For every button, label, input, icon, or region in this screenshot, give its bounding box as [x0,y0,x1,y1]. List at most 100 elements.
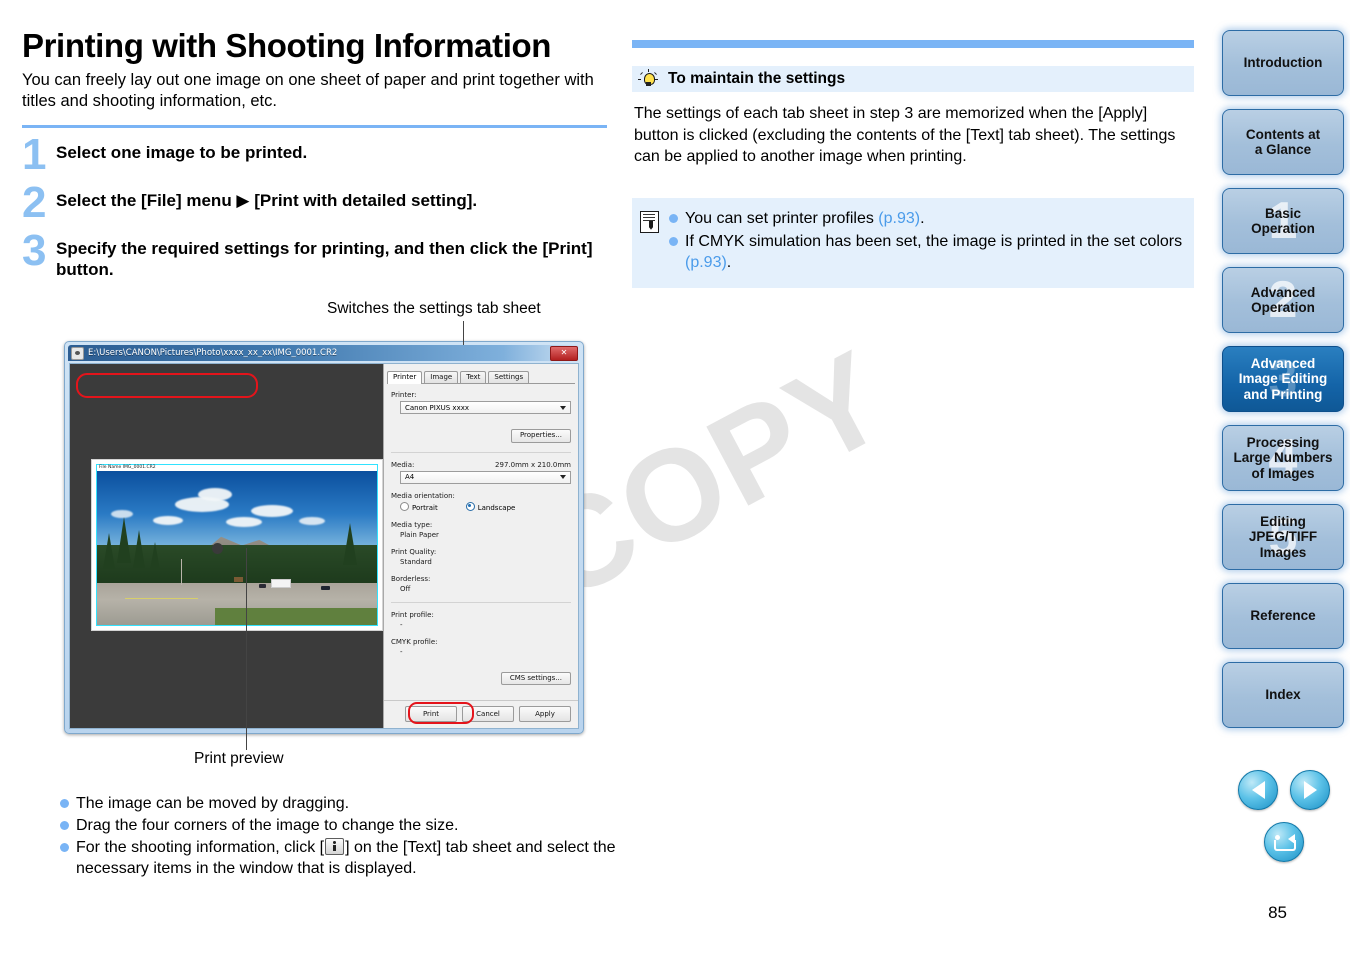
settings-divider [391,451,571,453]
cmyk-profile-value: - [400,647,403,656]
bullet-dot-icon [60,821,69,831]
right-column-rule [632,40,1194,48]
media-type-value: Plain Paper [400,530,439,539]
note-item: You can set printer profiles (p.93). [669,208,1184,229]
callout-tab-sheet-leader [463,321,464,345]
dialog-title: E:\Users\CANON\Pictures\Photo\xxxx_xx_xx… [88,348,338,358]
printer-label: Printer: [391,391,417,399]
settings-tabstrip: Printer Image Text Settings [387,368,575,384]
nav-row-back [1228,822,1340,862]
step-3-number: 3 [22,226,47,276]
cms-settings-button[interactable]: CMS settings... [500,671,571,686]
photo-pine [150,541,161,570]
media-select[interactable]: A4 [400,470,571,484]
note-icon [640,210,659,233]
tab-text[interactable]: Text [460,371,487,383]
print-button[interactable]: Print [405,706,457,722]
sidebar-item-reference[interactable]: Reference [1222,583,1344,649]
sidebar-item-label: Basic Operation [1251,205,1315,236]
note-1-tail: . [920,209,925,227]
return-arrow-icon [1274,833,1296,851]
list-item: Drag the four corners of the image to ch… [60,815,620,836]
sidebar-item-label: Reference [1250,608,1316,624]
left-column: Printing with Shooting Information You c… [22,27,607,295]
bullet-list: The image can be moved by dragging. Drag… [60,793,620,880]
photo-pole [181,558,182,585]
settings-pane: Printer Image Text Settings Printer: Can… [76,364,578,728]
photo-car [321,585,330,590]
sidebar-item-advanced-operation[interactable]: 2 Advanced Operation [1222,267,1344,333]
media-value: A4 [405,473,415,482]
tip-body: The settings of each tab sheet in step 3… [634,105,1176,166]
tab-printer[interactable]: Printer [387,371,423,384]
apply-button[interactable]: Apply [519,706,571,722]
printer-select[interactable]: Canon PIXUS xxxx [400,401,571,414]
step-2: 2 Select the [File] menu ▶ [Print with d… [22,177,607,227]
arrow-right-icon [1303,781,1317,799]
callout-preview-leader [246,548,247,750]
photo-cloud [251,504,293,517]
sidebar-item-label: Processing Large Numbers of Images [1233,435,1333,481]
sidebar-item-advanced-image-editing-and-printing[interactable]: 3 Advanced Image Editing and Printing [1222,346,1344,412]
note-box: You can set printer profiles (p.93). If … [632,197,1194,288]
go-back-button[interactable] [1264,822,1304,862]
note-1-ref[interactable]: (p.93) [878,210,920,227]
close-icon[interactable]: ✕ [550,346,578,361]
right-column: To maintain the settings The settings of… [632,40,1194,288]
photo-pine [116,517,131,564]
cmyk-profile-label: CMYK profile: [391,637,438,646]
dialog-body: File Name IMG_0001.CR2 Printer Image Tex… [69,363,579,729]
media-type-label: Media type: [391,520,433,529]
print-preview-pane[interactable]: File Name IMG_0001.CR2 [70,364,383,728]
photo-cloud [197,487,232,501]
settings-fields: Printer: Canon PIXUS xxxx Properties... … [384,384,578,700]
dialog-button-bar: Print Cancel Apply [384,700,578,728]
sidebar-item-processing-large-numbers-of-images[interactable]: 4 Processing Large Numbers of Images [1222,425,1344,491]
print-profile-label: Print profile: [391,610,434,619]
bullet-1-text: The image can be moved by dragging. [76,795,350,812]
media-label: Media: [391,460,415,469]
tab-settings[interactable]: Settings [488,371,530,383]
photo-cloud [153,515,183,525]
note-list: You can set printer profiles (p.93). If … [669,208,1184,276]
sidebar-item-label: Advanced Operation [1250,284,1316,315]
step-2-text: Select the [File] menu ▶ [Print with det… [56,190,478,210]
step-2-number: 2 [22,177,47,227]
sidebar-item-introduction[interactable]: Introduction [1222,30,1344,96]
sidebar-item-label: Editing JPEG/TIFF Images [1248,514,1318,560]
bullet-3-text: For the shooting information, click [] o… [76,837,620,879]
sidebar-item-index[interactable]: Index [1222,662,1344,728]
callout-print-preview: Print preview [194,750,284,767]
sidebar-item-editing-jpeg-tiff-images[interactable]: 5 Editing JPEG/TIFF Images [1222,504,1344,570]
photo-car [259,584,267,589]
radio-portrait[interactable]: Portrait [400,501,438,512]
note-2-ref[interactable]: (p.93) [685,254,727,271]
bullet-dot-icon [60,843,69,853]
chevron-down-icon [560,475,566,480]
sidebar-item-basic-operation[interactable]: 1 Basic Operation [1222,188,1344,254]
tab-image[interactable]: Image [424,371,459,383]
tip-title: To maintain the settings [668,70,846,87]
bullet-dot-icon [60,799,69,808]
radio-landscape-label: Landscape [477,503,516,512]
note-1-text: You can set printer profiles [685,209,879,227]
previous-page-button[interactable] [1238,770,1278,810]
info-icon[interactable] [325,838,345,856]
properties-button[interactable]: Properties... [510,429,571,443]
bullet-3-before: For the shooting information, click [ [76,839,325,857]
cancel-button[interactable]: Cancel [462,706,514,722]
photo-grass [214,608,377,625]
sidebar-item-contents-at-a-glance[interactable]: Contents at a Glance [1222,109,1344,175]
print-quality-label: Print Quality: [391,547,437,556]
orientation-radio-group: Portrait Landscape [400,501,571,512]
radio-portrait-dot [400,501,409,511]
intro-paragraph: You can freely lay out one image on one … [22,71,594,111]
lightbulb-icon [638,69,658,89]
radio-landscape[interactable]: Landscape [465,501,516,512]
print-quality-value: Standard [400,557,432,566]
next-page-button[interactable] [1290,770,1330,810]
sidebar-item-label: Index [1265,687,1301,703]
nav-row-arrows [1228,770,1340,810]
step-1-text: Select one image to be printed. [56,142,308,162]
chevron-down-icon [560,405,566,410]
